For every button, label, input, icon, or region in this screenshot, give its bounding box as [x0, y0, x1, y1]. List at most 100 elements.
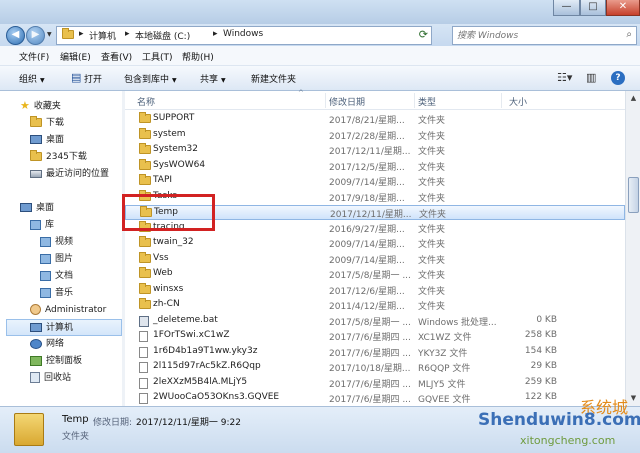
table-row[interactable]: SUPPORT 2017/8/21/星期... 文件夹 — [125, 112, 625, 127]
table-row[interactable]: system 2017/2/28/星期... 文件夹 — [125, 127, 625, 143]
column-type[interactable]: 类型 — [418, 95, 436, 108]
menu-view[interactable]: 查看(V) — [101, 50, 132, 63]
organize-label: 组织 — [19, 75, 38, 85]
crumb-local-disk[interactable]: 本地磁盘 (C:) — [135, 29, 190, 42]
table-row[interactable]: 1FOrTSwi.xC1wZ 2017/7/6/星期四 ... XC1WZ 文件 25… — [125, 329, 625, 344]
folder-icon — [30, 150, 42, 161]
sidebar-item-recent[interactable]: 最近访问的位置 — [30, 166, 109, 183]
refresh-icon[interactable]: ⟳ — [419, 28, 428, 41]
sidebar-item-video[interactable]: 视频 — [40, 234, 73, 251]
share-button[interactable]: 共享 ▼ — [200, 72, 226, 85]
cell-size: 154 KB — [524, 345, 557, 356]
maximize-button[interactable]: □ — [580, 0, 606, 16]
cell-name: SysWOW64 — [153, 159, 206, 170]
sidebar-item-download[interactable]: 下载 — [30, 115, 64, 132]
back-button[interactable]: ◀ — [6, 26, 25, 45]
new-folder-button[interactable]: 新建文件夹 — [251, 72, 296, 85]
sidebar-item-pictures[interactable]: 图片 — [40, 251, 73, 268]
close-button[interactable]: ✕ — [606, 0, 640, 16]
column-name[interactable]: 名称 — [137, 95, 155, 108]
column-divider[interactable] — [325, 93, 326, 108]
crumb-windows[interactable]: Windows — [223, 29, 263, 39]
column-divider[interactable] — [414, 93, 415, 108]
address-row: ◀ ▶ ▼ ▸ 计算机 ▸ 本地磁盘 (C:) ▸ Windows ⟳ ⌕ — [0, 24, 640, 46]
menu-edit[interactable]: 编辑(E) — [60, 50, 91, 63]
organize-button[interactable]: 组织 ▼ — [19, 72, 45, 85]
sidebar-item-network[interactable]: 网络 — [30, 336, 64, 353]
sidebar-item-label: 图片 — [55, 254, 74, 264]
help-icon[interactable]: ? — [611, 71, 625, 85]
table-row[interactable]: System32 2017/12/11/星期... 文件夹 — [125, 143, 625, 158]
sidebar-item-documents[interactable]: 文档 — [40, 268, 73, 285]
table-row[interactable]: Web 2017/5/8/星期一 ... 文件夹 — [125, 267, 625, 282]
address-bar[interactable]: ▸ 计算机 ▸ 本地磁盘 (C:) ▸ Windows ⟳ — [56, 26, 432, 45]
menu-file[interactable]: 文件(F) — [19, 50, 49, 63]
cell-type: 文件夹 — [418, 224, 446, 235]
cell-date: 2009/7/14/星期... — [329, 255, 405, 266]
search-input[interactable] — [457, 29, 617, 43]
title-bar: — □ ✕ — [0, 0, 640, 24]
file-icon — [139, 346, 148, 358]
column-size[interactable]: 大小 — [509, 95, 527, 108]
view-options-icon[interactable]: ☷▾ — [557, 71, 572, 85]
table-row[interactable]: 1r6D4b1a9T1ww.yky3z 2017/7/6/星期四 ... YKY3Z… — [125, 345, 625, 360]
sidebar-item-computer[interactable]: 计算机 — [6, 319, 122, 336]
table-row[interactable]: winsxs 2017/12/6/星期... 文件夹 — [125, 282, 625, 298]
table-row[interactable]: 2leXXzM5B4lA.MLjY5 2017/7/6/星期四 ... MLJY5 … — [125, 376, 625, 391]
vertical-scrollbar[interactable]: ▲ ▼ — [625, 91, 640, 406]
sidebar-item-label: 桌面 — [46, 135, 65, 145]
sidebar-item-control-panel[interactable]: 控制面板 — [30, 353, 82, 370]
crumb-computer[interactable]: 计算机 — [89, 29, 116, 42]
open-icon: ▤ — [71, 71, 82, 84]
forward-button[interactable]: ▶ — [26, 26, 45, 45]
table-row[interactable]: 2WUooCaO53OKns3.GQVEE 2017/7/6/星期四 ... GQV… — [125, 391, 625, 406]
scroll-down-icon[interactable]: ▼ — [626, 391, 640, 406]
cell-type: 文件夹 — [418, 116, 446, 126]
folder-icon — [139, 158, 151, 170]
preview-pane-icon[interactable]: ▥ — [586, 71, 596, 85]
sidebar-item-label: 视频 — [55, 237, 74, 247]
table-row[interactable]: SysWOW64 2017/12/5/星期... 文件夹 — [125, 158, 625, 174]
open-button[interactable]: 打开 — [84, 72, 102, 85]
cell-type: 文件夹 — [418, 240, 446, 250]
cell-name: SUPPORT — [153, 113, 195, 123]
highlight-box — [122, 194, 215, 231]
sidebar-item-recycle-bin[interactable]: 回收站 — [30, 370, 71, 387]
table-row[interactable]: zh-CN 2011/4/12/星期... 文件夹 — [125, 298, 625, 313]
menu-tools[interactable]: 工具(T) — [142, 50, 173, 63]
table-row[interactable]: 2l115d97rAc5kZ.R6Qqp 2017/10/18/星期... R6QQ… — [125, 360, 625, 375]
cell-name: _deleteme.bat — [153, 314, 218, 325]
cell-date: 2017/12/11/星期... — [330, 210, 412, 220]
history-dropdown-icon[interactable]: ▼ — [47, 31, 52, 38]
table-row[interactable]: _deleteme.bat 2017/5/8/星期一 ... Windows 批处理… — [125, 314, 625, 329]
scroll-up-icon[interactable]: ▲ — [626, 91, 640, 106]
include-library-button[interactable]: 包含到库中 ▼ — [124, 72, 177, 85]
sidebar-item-library[interactable]: 库 — [30, 217, 54, 234]
column-divider[interactable] — [501, 93, 502, 108]
cell-date: 2017/7/6/星期四 ... — [329, 395, 411, 405]
table-row[interactable]: Vss 2009/7/14/星期... 文件夹 — [125, 251, 625, 267]
search-icon[interactable]: ⌕ — [626, 29, 632, 40]
column-date[interactable]: 修改日期 — [329, 95, 365, 108]
modified-label: 修改日期: — [93, 418, 133, 428]
folder-icon — [139, 267, 151, 278]
sidebar-item-favorites[interactable]: ★ 收藏夹 — [20, 98, 61, 115]
cell-type: R6QQP 文件 — [418, 364, 471, 374]
sidebar-item-administrator[interactable]: Administrator — [30, 302, 106, 319]
minimize-button[interactable]: — — [553, 0, 580, 16]
sidebar-item-music[interactable]: 音乐 — [40, 285, 73, 302]
scroll-thumb[interactable] — [628, 177, 639, 213]
cell-date: 2017/8/21/星期... — [329, 116, 405, 126]
sidebar-item-desktop-fav[interactable]: 桌面 — [30, 132, 64, 149]
menu-help[interactable]: 帮助(H) — [182, 50, 214, 63]
cell-type: Windows 批处理... — [418, 317, 497, 328]
sidebar-item-label: 收藏夹 — [33, 101, 61, 112]
cell-type: 文件夹 — [418, 193, 446, 204]
sidebar-item-2345[interactable]: 2345下载 — [30, 149, 87, 166]
file-list: ^ 名称 修改日期 类型 大小 SUPPORT 2017/8/21/星期... 文件… — [125, 89, 640, 406]
table-row[interactable]: TAPI 2009/7/14/星期... 文件夹 — [125, 174, 625, 189]
cell-date: 2017/12/6/星期... — [329, 286, 405, 297]
table-row[interactable]: twain_32 2009/7/14/星期... 文件夹 — [125, 236, 625, 251]
sidebar-item-desktop[interactable]: 桌面 — [20, 200, 54, 217]
cell-name: TAPI — [153, 175, 173, 185]
